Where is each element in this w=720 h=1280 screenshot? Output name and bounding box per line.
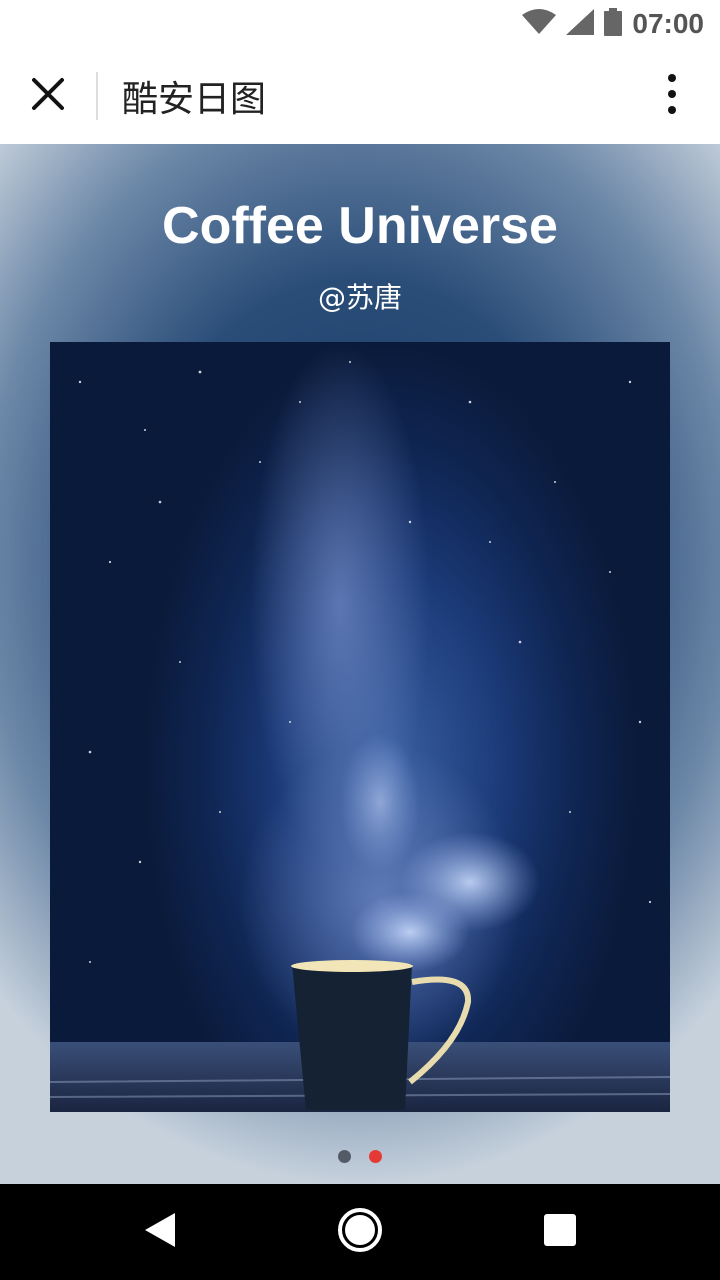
close-icon xyxy=(31,77,65,115)
status-bar: 07:00 xyxy=(0,0,720,48)
pager-indicator xyxy=(0,1150,720,1164)
page-title: 酷安日图 xyxy=(122,79,267,120)
signal-icon xyxy=(566,9,595,39)
status-icons: 07:00 xyxy=(522,0,704,48)
app-bar-divider xyxy=(96,72,98,120)
more-options-button[interactable] xyxy=(648,72,696,120)
system-nav-bar xyxy=(0,1184,720,1280)
back-button[interactable] xyxy=(130,1202,190,1262)
pager-dot-2-active[interactable] xyxy=(369,1150,382,1163)
wifi-icon xyxy=(522,9,557,39)
card-title: Coffee Universe xyxy=(162,197,558,255)
recents-button[interactable] xyxy=(530,1202,590,1262)
status-time: 07:00 xyxy=(632,8,704,39)
recents-icon xyxy=(543,1213,577,1251)
app-bar: 酷安日图 xyxy=(0,48,720,144)
home-button[interactable] xyxy=(330,1202,390,1262)
back-icon xyxy=(143,1211,177,1253)
pager-dot-1[interactable] xyxy=(338,1150,351,1163)
card-author[interactable]: @苏唐 xyxy=(0,276,720,316)
battery-icon xyxy=(604,8,623,40)
close-button[interactable] xyxy=(24,72,72,120)
daily-image-card: Coffee Universe @苏唐 xyxy=(0,144,720,1184)
daily-photo[interactable] xyxy=(50,342,670,1112)
more-vert-icon xyxy=(667,74,677,118)
photo-illustration xyxy=(50,342,670,1112)
home-icon xyxy=(337,1207,383,1257)
